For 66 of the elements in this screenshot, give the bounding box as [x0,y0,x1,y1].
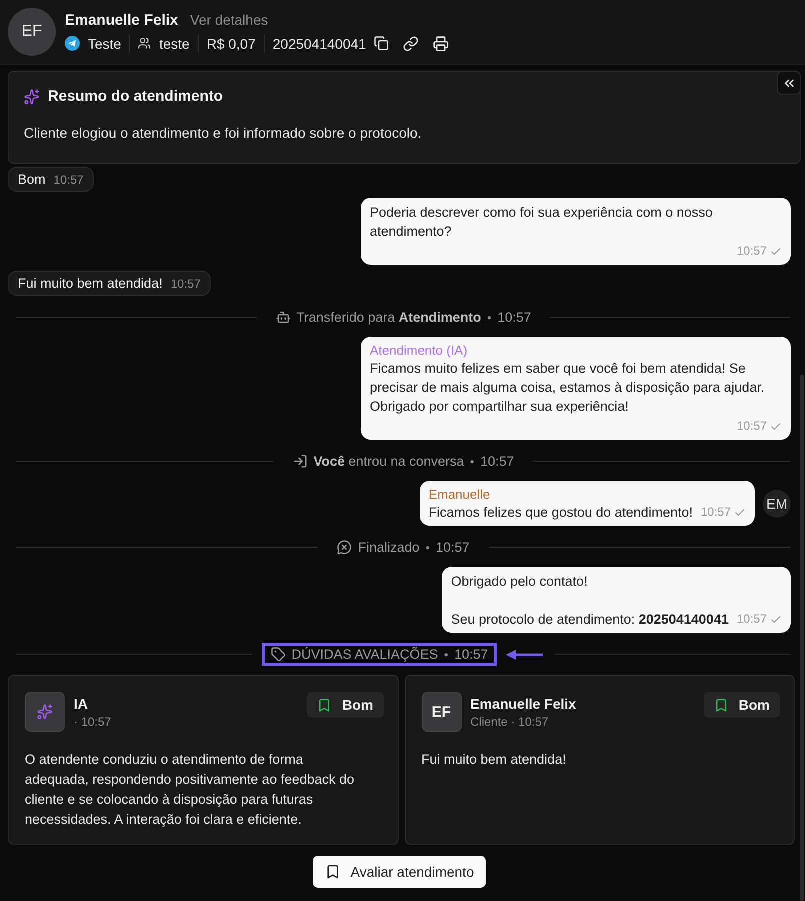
channel-name: Teste [88,36,122,52]
summary-text: Cliente elogiou o atendimento e foi informado sobre o protocolo. [24,125,423,141]
message-text: Poderia descrever como foi sua experiência com o nosso atendimento? [370,205,714,239]
event-text: Finalizado [358,540,420,555]
contact-avatar: EF [8,8,56,56]
event-time: 10:57 [480,454,514,469]
message-time: 10:57 [170,277,201,291]
check-icon [770,614,782,626]
copy-icon[interactable] [374,36,390,51]
user-avatar: EM [763,490,791,518]
event-text: DÚVIDAS AVALIAÇÕES [292,647,438,662]
evaluate-button[interactable]: Avaliar atendimento [312,856,486,888]
bookmark-icon [317,698,332,712]
team-name: teste [159,36,190,52]
robot-icon [276,310,291,325]
tag-icon [270,647,286,662]
evaluation-text: O atendente conduziu o atendimento de forma adequada, respondendo positivamente ao feedback do cliente e se colocando à disposição para futuras necessidades. A interação foi clara e eficiente. [25,751,356,829]
sparkle-icon [37,704,53,720]
message-time: 10:57 [54,173,84,187]
collapse-button[interactable] [777,71,801,95]
printer-icon[interactable] [433,36,450,52]
chat-close-icon [337,540,352,555]
message-text: Bom [18,172,46,187]
message-time: 10:57 [736,418,767,435]
evaluation-text: Fui muito bem atendida! [422,751,568,769]
check-icon [734,506,746,518]
link-icon[interactable] [403,36,420,52]
rating-label: Bom [342,697,374,713]
event-dot: • [487,310,492,324]
message-time: 10:57 [736,611,767,628]
user-avatar: EF [422,692,462,732]
event-dot: • [470,454,474,468]
evaluation-meta: Cliente · 10:57 [470,715,550,729]
check-icon [770,246,782,258]
sender-name: Emanuelle [428,486,492,503]
contact-name: Emanuelle Felix [65,12,178,28]
arrow-icon [505,648,546,660]
message-text: Ficamos felizes que gostou do atendimento! [428,504,693,522]
protocol-number: 202504140041 [272,36,366,52]
users-icon [138,37,152,50]
event-time: 10:57 [436,540,470,555]
message-text: Obrigado pelo contato! Seu protocolo de atendimento: 202504140041 [451,573,729,629]
event-time: 10:57 [454,647,488,662]
rating-label: Bom [738,697,770,713]
cost-value: R$ 0,07 [206,36,256,52]
evaluator-name: Emanuelle Felix [470,696,576,712]
telegram-icon [65,36,80,51]
sender-name: Atendimento (IA) [370,342,469,359]
bookmark-icon [324,864,341,880]
message-text: Ficamos muito felizes em saber que você foi bem atendida! Se precisar de mais alguma coisa, estamos à disposição para ajudar. Obrigado por compartilhar sua experiência! [370,361,766,414]
evaluator-name: IA [74,696,89,712]
evaluation-meta: · 10:57 [74,715,112,729]
summary-title: Resumo do atendimento [48,88,224,105]
enter-icon [292,454,308,469]
message-text: Fui muito bem atendida! [18,276,163,291]
event-dot: • [426,540,430,554]
event-text: Você entrou na conversa [314,454,464,469]
event-text: Transferido para Atendimento [296,310,482,325]
sparkle-icon [24,88,40,104]
event-time: 10:57 [498,310,532,325]
message-time: 10:57 [736,243,767,260]
bookmark-icon [714,698,729,712]
event-dot: • [444,648,448,662]
details-link[interactable]: Ver detalhes [190,12,268,28]
check-icon [770,420,782,432]
message-time: 10:57 [700,504,731,521]
